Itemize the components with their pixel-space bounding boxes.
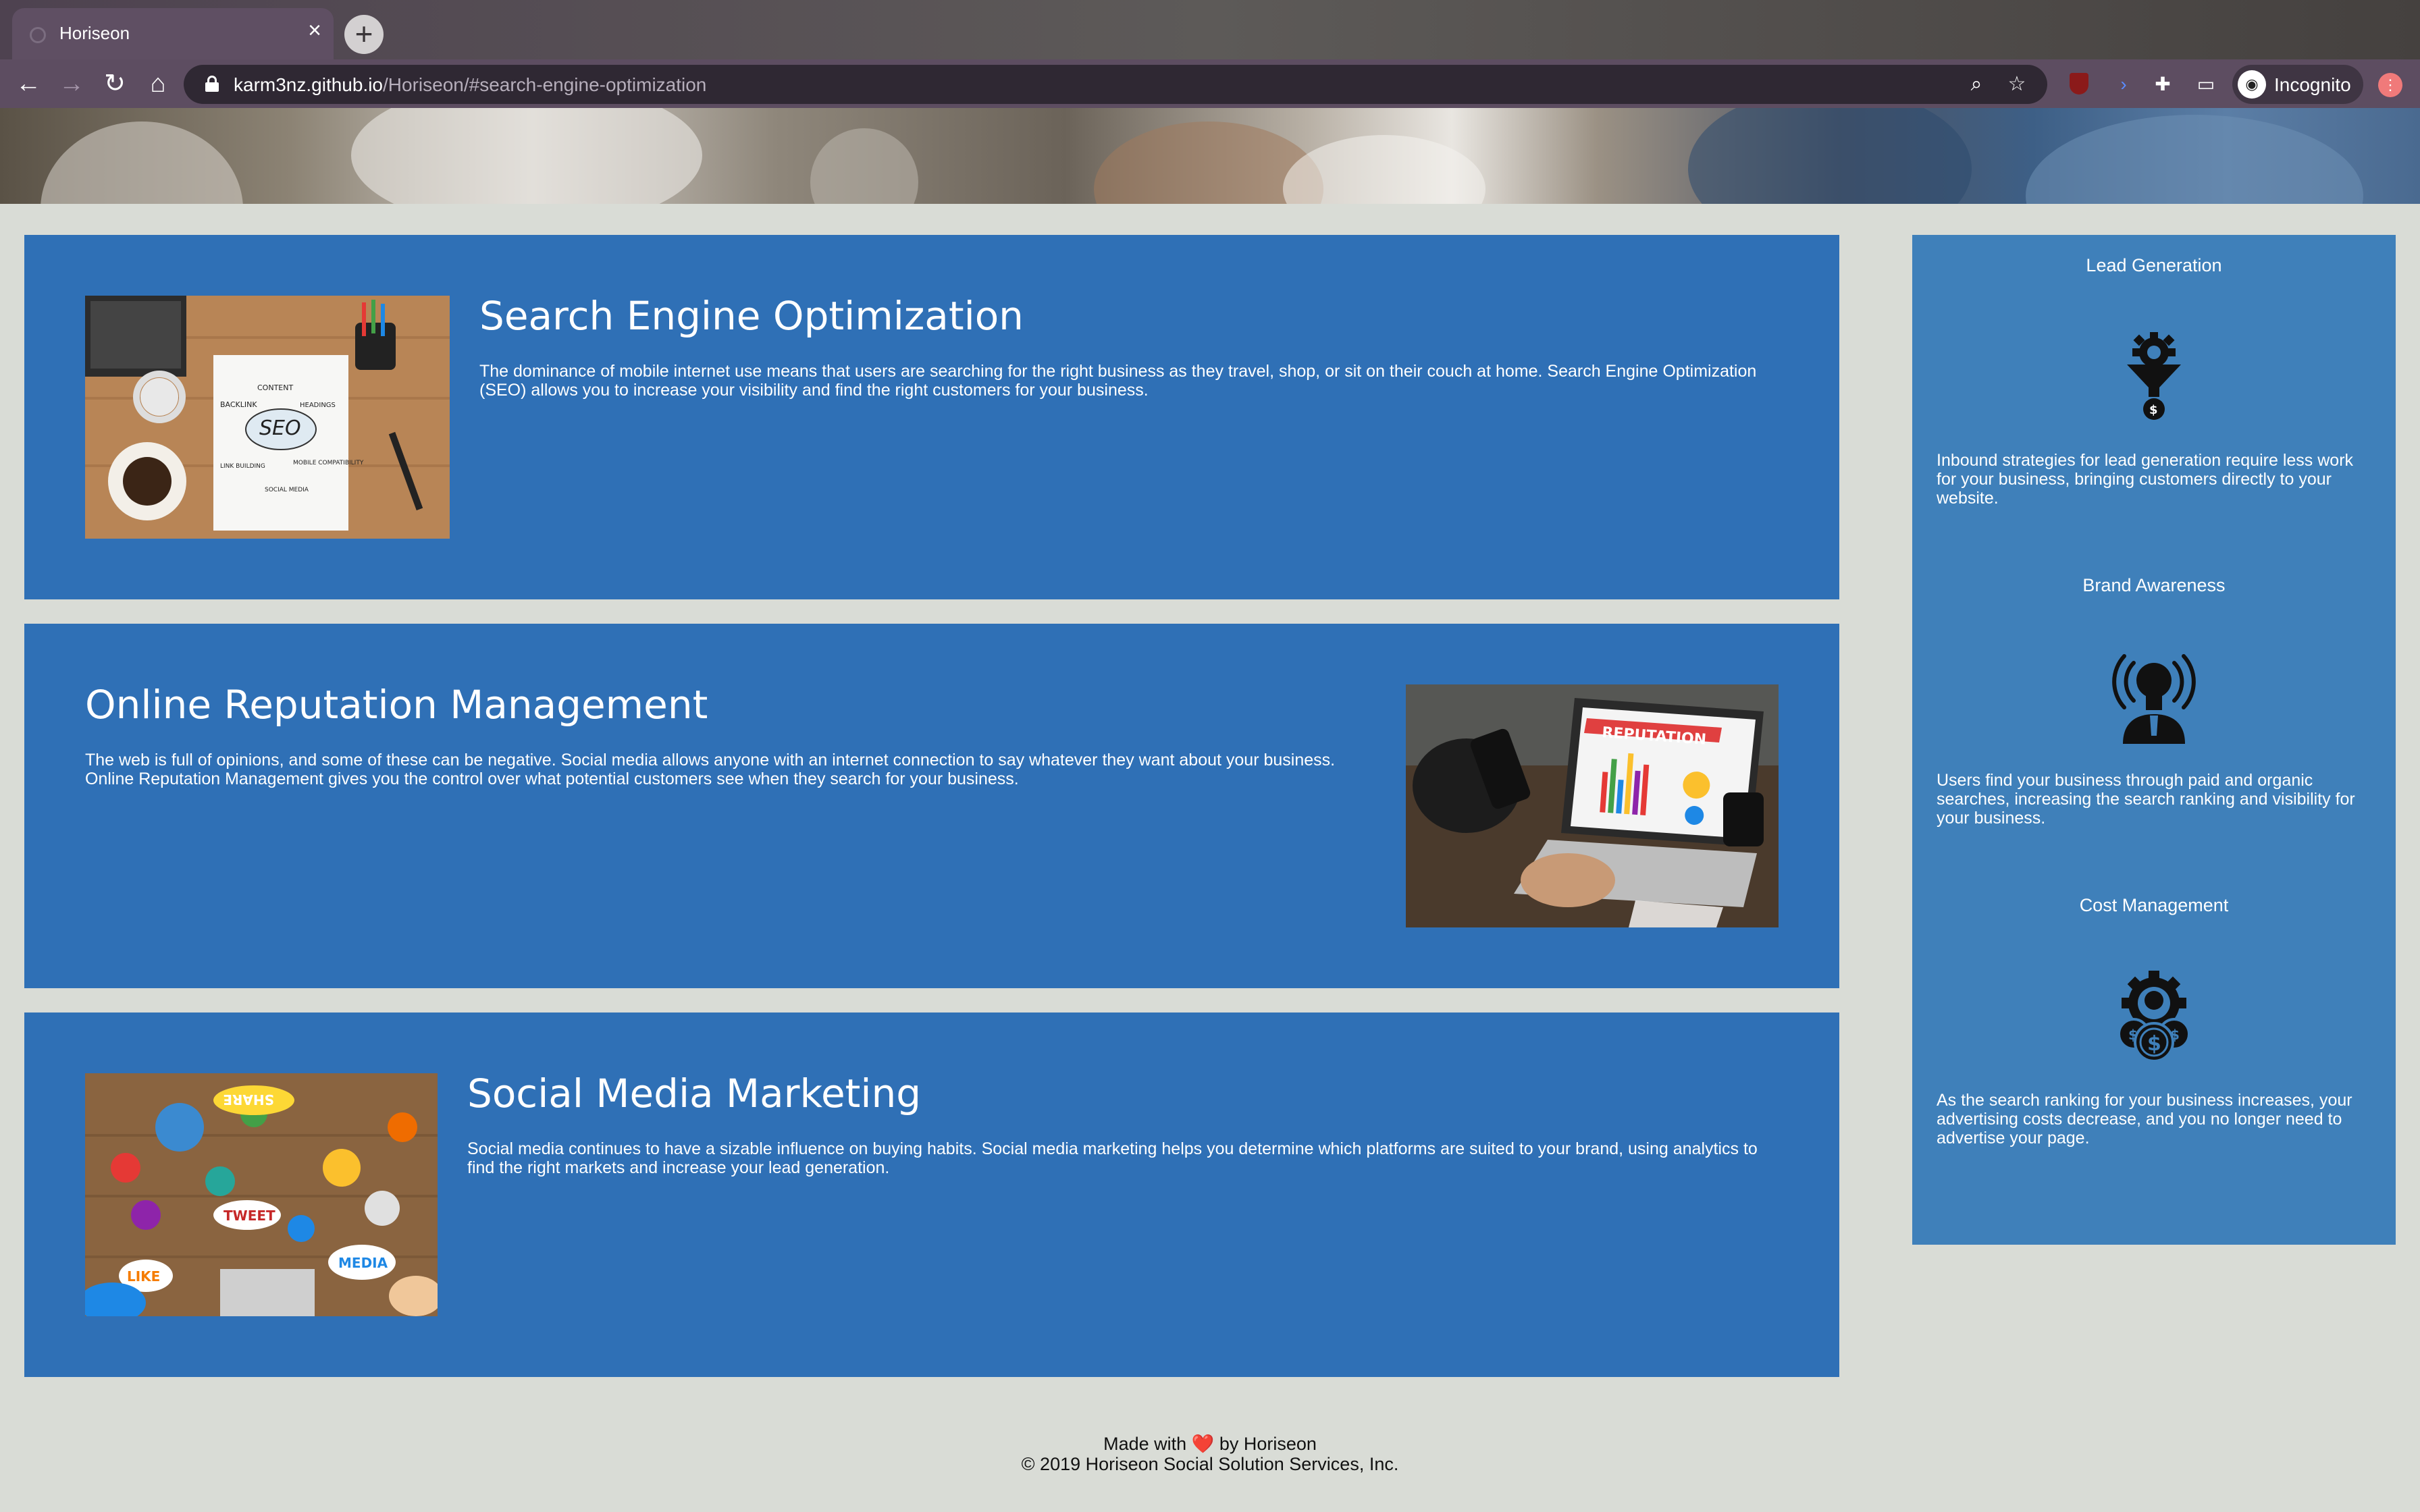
social-media-image-label: TWEET [223, 1208, 275, 1224]
address-bar[interactable]: karm3nz.github.io/Horiseon/#search-engin… [184, 65, 2047, 104]
benefit-body: Users find your business through paid an… [1937, 771, 2355, 828]
benefit-title: Brand Awareness [2082, 575, 2226, 595]
social-media-body: Social media continues to have a sizable… [467, 1139, 1758, 1177]
chevron-extension-icon[interactable]: › [2109, 70, 2138, 99]
url-host: karm3nz.github.io [234, 74, 384, 95]
browser-menu-icon[interactable]: ⋮ [2378, 73, 2402, 97]
social-media-image: SHARE TWEET LIKE MEDIA [85, 1073, 438, 1316]
incognito-icon: ◉ [2238, 70, 2266, 99]
seo-image-label: SOCIAL MEDIA [265, 487, 309, 493]
seo-image-label: BACKLINK [220, 400, 257, 409]
social-media-title: Social Media Marketing [467, 1071, 922, 1116]
seo-title: Search Engine Optimization [479, 293, 1024, 339]
benefit-brand-awareness: Brand Awareness Users find your business… [1912, 575, 2396, 895]
star-icon[interactable]: ☆ [2003, 70, 2031, 99]
footer-made-with: Made with ❤️ by Horiseon [0, 1434, 2420, 1454]
footer-made-with-text: Made with [1103, 1434, 1187, 1454]
footer-by-text: by Horiseon [1219, 1434, 1317, 1454]
svg-text:$: $ [2149, 403, 2158, 417]
svg-text:$: $ [2128, 1027, 2138, 1043]
reputation-image: REPUTATION [1406, 684, 1779, 927]
benefit-title: Lead Generation [2086, 255, 2222, 275]
home-icon[interactable]: ⌂ [139, 65, 177, 103]
reload-icon[interactable]: ↻ [96, 65, 134, 103]
profile-chip[interactable]: ◉ Incognito [2232, 65, 2363, 104]
forward-arrow-icon[interactable]: → [53, 65, 90, 103]
benefits-sidebar: Lead Generation $ Inbound strategies for… [1912, 235, 2396, 1245]
browser-toolbar: ← → ↻ ⌂ karm3nz.github.io/Horiseon/#sear… [0, 59, 2420, 108]
benefit-body: As the search ranking for your business … [1937, 1091, 2352, 1148]
browser-tab-strip: Horiseon × + [0, 0, 2420, 61]
seo-image-label: SEO [259, 416, 301, 440]
lightbulb-broadcast-icon [2107, 649, 2201, 744]
close-tab-icon[interactable]: × [308, 19, 321, 42]
seo-image-label: LINK BUILDING [220, 463, 265, 470]
svg-text:$: $ [2170, 1027, 2180, 1043]
gear-coins-icon: $ $ $ [2107, 969, 2201, 1064]
browser-tab[interactable]: Horiseon × [12, 8, 334, 61]
benefit-lead-generation: Lead Generation $ Inbound strategies for… [1912, 255, 2396, 575]
benefit-cost-management: Cost Management $ $ $ As the search rank… [1912, 895, 2396, 1215]
seo-section: SEO CONTENT BACKLINK HEADINGS LINK BUILD… [24, 235, 1839, 599]
social-media-image-label: SHARE [223, 1091, 274, 1108]
seo-image: SEO CONTENT BACKLINK HEADINGS LINK BUILD… [85, 296, 450, 539]
benefit-body: Inbound strategies for lead generation r… [1937, 451, 2354, 508]
heart-icon: ❤️ [1191, 1434, 1215, 1454]
reputation-body: The web is full of opinions, and some of… [85, 751, 1336, 788]
hero-image [0, 108, 2420, 204]
seo-body: The dominance of mobile internet use mea… [479, 362, 1757, 400]
zoom-icon[interactable]: ⌕ [1962, 70, 1991, 99]
new-tab-button[interactable]: + [344, 15, 384, 54]
benefit-title: Cost Management [2079, 895, 2229, 915]
social-media-image-label: LIKE [127, 1268, 160, 1285]
seo-image-label: CONTENT [257, 383, 293, 392]
tab-title: Horiseon [59, 23, 130, 43]
social-media-image-label: MEDIA [338, 1255, 388, 1271]
url-path: /Horiseon/#search-engine-optimization [383, 74, 707, 95]
back-arrow-icon[interactable]: ← [9, 65, 47, 103]
footer-copyright: © 2019 Horiseon Social Solution Services… [1021, 1454, 1399, 1474]
funnel-gear-dollar-icon: $ [2107, 329, 2201, 424]
url-text[interactable]: karm3nz.github.io/Horiseon/#search-engin… [234, 74, 706, 96]
favicon-icon [30, 27, 46, 43]
profile-label: Incognito [2274, 74, 2351, 95]
cast-icon[interactable]: ▭ [2192, 70, 2220, 99]
footer: Made with ❤️ by Horiseon © 2019 Horiseon… [0, 1434, 2420, 1474]
svg-text:$: $ [2147, 1032, 2161, 1056]
reputation-title: Online Reputation Management [85, 682, 708, 728]
ublock-icon[interactable] [2065, 70, 2093, 99]
seo-image-label: HEADINGS [300, 402, 336, 409]
social-media-section: SHARE TWEET LIKE MEDIA Social Media Mark… [24, 1013, 1839, 1377]
puzzle-icon[interactable]: ✚ [2149, 70, 2177, 99]
reputation-section: Online Reputation Management The web is … [24, 624, 1839, 988]
seo-image-label: MOBILE COMPATIBILITY [293, 460, 364, 466]
lock-icon[interactable] [205, 76, 219, 92]
